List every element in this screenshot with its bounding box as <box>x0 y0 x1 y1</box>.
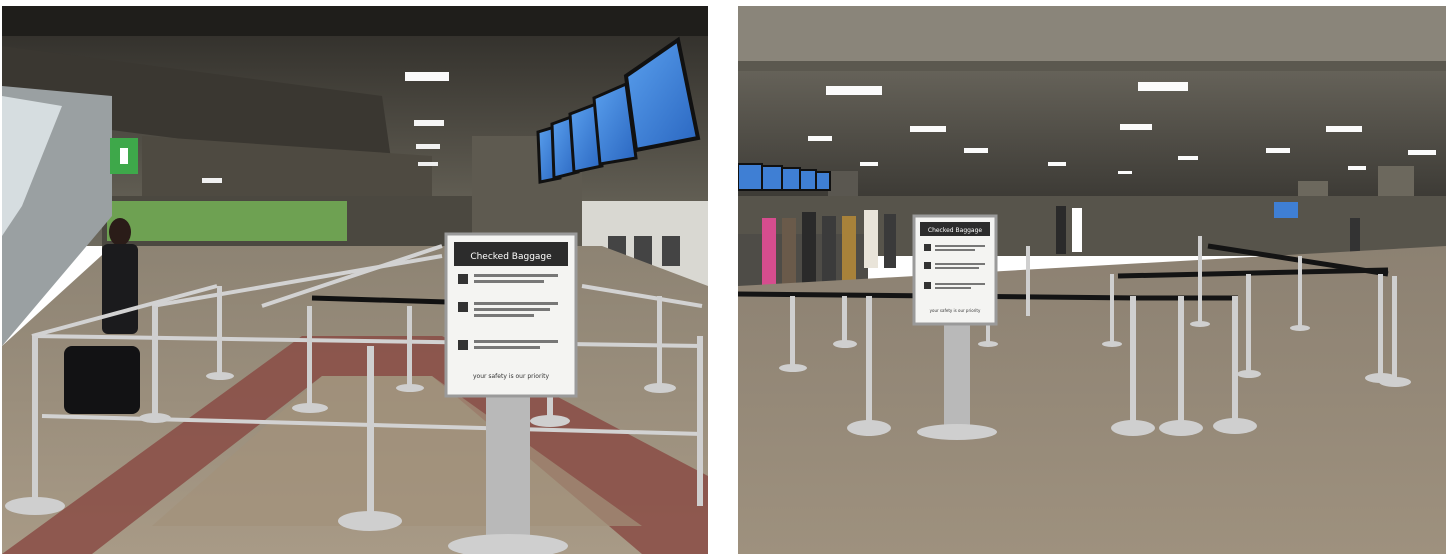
ceiling-light <box>418 162 438 166</box>
sign-post <box>486 396 530 546</box>
traveler-head <box>109 218 131 246</box>
sign-post <box>944 324 970 432</box>
ceiling-light <box>414 120 444 126</box>
sign-icon <box>924 244 931 251</box>
ceiling-light <box>416 144 440 149</box>
plug-icon <box>120 148 128 164</box>
photo-right-checkin-queue: Checked Baggage your safety is our prior… <box>738 6 1446 554</box>
sign-icon <box>458 340 468 350</box>
sign-icon <box>924 282 931 289</box>
photo-right-scene: Checked Baggage your safety is our prior… <box>738 6 1446 554</box>
carpet-floor <box>738 246 1446 554</box>
sign-footer: your safety is our priority <box>930 308 981 313</box>
ceiling-panel <box>738 6 1446 61</box>
traveler-body <box>102 244 138 334</box>
ceiling-beam <box>2 6 708 36</box>
distant-sign <box>1274 202 1298 218</box>
sign-base <box>917 424 997 440</box>
photo-left-checkin-queue: Checked Baggage your safety is our prior… <box>2 6 708 554</box>
green-kiosk-area <box>107 201 347 241</box>
sign-icon <box>458 274 468 284</box>
kiosk <box>662 236 680 266</box>
photo-left-scene: Checked Baggage your safety is our prior… <box>2 6 708 554</box>
sign-footer: your safety is our priority <box>473 373 549 380</box>
ceiling-light <box>202 178 222 183</box>
ceiling-beam <box>738 61 1446 71</box>
sign-icon <box>924 262 931 269</box>
sign-title: Checked Baggage <box>928 227 983 234</box>
ceiling-light <box>405 72 449 81</box>
sign-title: Checked Baggage <box>470 252 552 262</box>
sign-icon <box>458 302 468 312</box>
luggage <box>64 346 140 414</box>
